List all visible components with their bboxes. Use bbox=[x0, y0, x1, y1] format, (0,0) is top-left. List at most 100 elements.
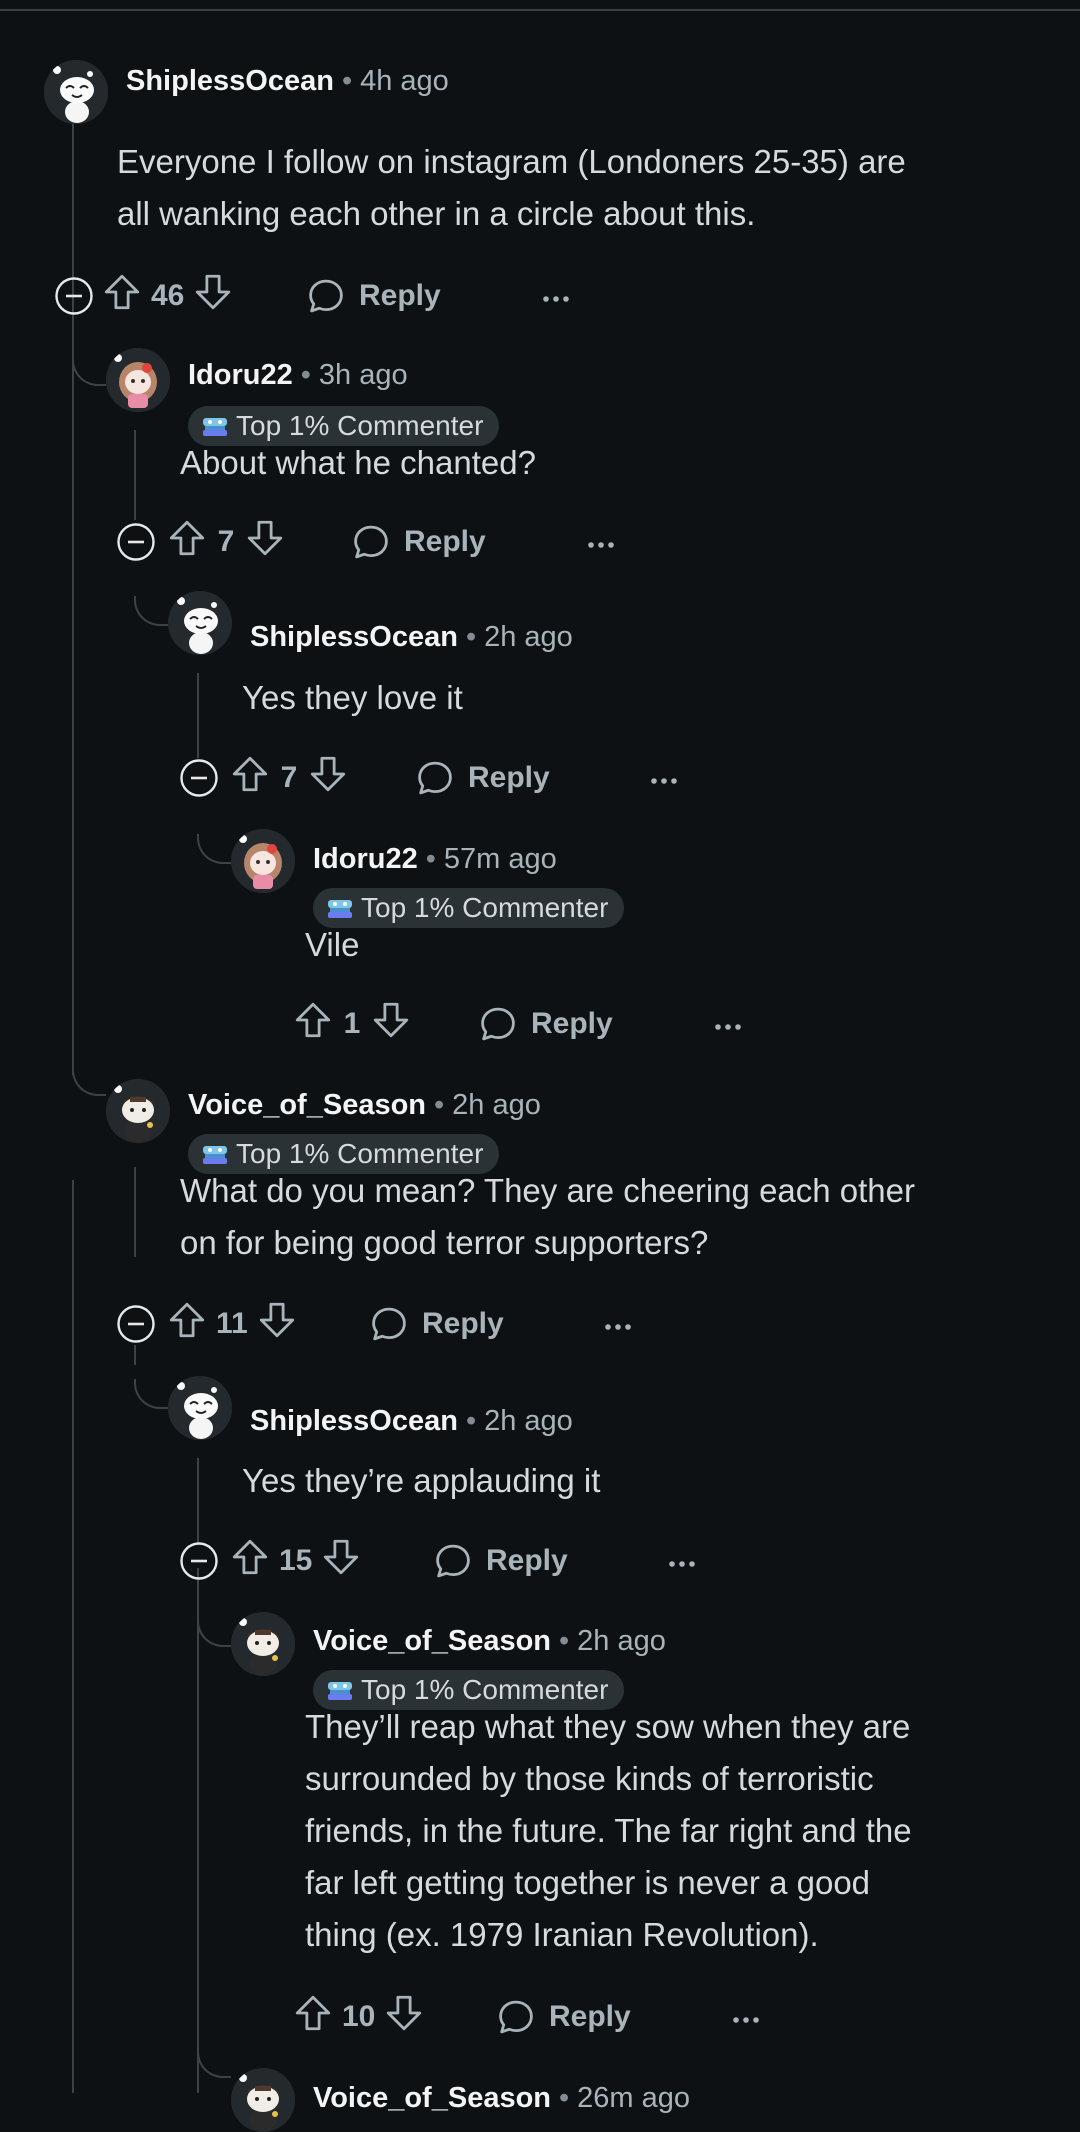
collapse-thread-button[interactable] bbox=[179, 758, 219, 798]
downvote-button[interactable] bbox=[192, 271, 234, 321]
thread-curve bbox=[72, 1066, 106, 1096]
author-name[interactable]: Voice_of_Season bbox=[313, 1625, 551, 1657]
reply-button[interactable]: Reply bbox=[368, 1299, 504, 1349]
separator-dot: • bbox=[465, 1405, 477, 1437]
more-options-button[interactable] bbox=[586, 537, 616, 547]
thread-line bbox=[72, 100, 74, 1075]
reply-button[interactable]: Reply bbox=[350, 517, 486, 567]
reply-button[interactable]: Reply bbox=[495, 1992, 631, 2042]
upvote-button[interactable] bbox=[166, 517, 208, 567]
vote-controls: 15 bbox=[229, 1536, 362, 1586]
comment-time: 4h ago bbox=[360, 65, 449, 97]
more-options-button[interactable] bbox=[603, 1319, 633, 1329]
comment-body-line: Everyone I follow on instagram (Londoner… bbox=[117, 143, 906, 180]
upvote-button[interactable] bbox=[292, 1992, 334, 2042]
ellipsis-icon bbox=[667, 1559, 697, 1569]
collapse-thread-button[interactable] bbox=[54, 276, 94, 316]
vote-score: 7 bbox=[280, 761, 298, 794]
reply-label: Reply bbox=[422, 1307, 504, 1340]
vote-controls: 7 bbox=[229, 753, 349, 803]
comment-time: 26m ago bbox=[577, 2082, 691, 2114]
thread-line bbox=[197, 1568, 199, 2093]
speech-bubble-icon bbox=[368, 1303, 410, 1345]
comment-time: 2h ago bbox=[452, 1089, 541, 1121]
more-options-button[interactable] bbox=[649, 773, 679, 783]
downvote-arrow-icon bbox=[320, 1536, 362, 1578]
reply-button[interactable]: Reply bbox=[432, 1536, 568, 1586]
author-name[interactable]: ShiplessOcean bbox=[250, 621, 458, 653]
comment-body-line: thing (ex. 1979 Iranian Revolution). bbox=[305, 1916, 819, 1953]
avatar[interactable] bbox=[106, 348, 170, 412]
avatar[interactable] bbox=[231, 1612, 295, 1676]
separator-dot: • bbox=[465, 621, 477, 653]
vote-score: 11 bbox=[216, 1307, 248, 1340]
comment-body-line: Yes they love it bbox=[242, 679, 463, 716]
collapse-minus-icon bbox=[54, 276, 94, 316]
downvote-button[interactable] bbox=[244, 517, 286, 567]
collapse-thread-button[interactable] bbox=[179, 1541, 219, 1581]
thread-curve bbox=[197, 1617, 231, 1647]
comment-body-line: all wanking each other in a circle about… bbox=[117, 195, 756, 232]
thread-curve bbox=[134, 1379, 168, 1409]
ellipsis-icon bbox=[649, 776, 679, 786]
collapse-thread-button[interactable] bbox=[116, 1304, 156, 1344]
avatar[interactable] bbox=[231, 2068, 295, 2132]
comment-body-line: surrounded by those kinds of terroristic bbox=[305, 1760, 874, 1797]
vote-score: 10 bbox=[342, 2000, 376, 2033]
thread-curve bbox=[72, 356, 106, 386]
downvote-button[interactable] bbox=[307, 753, 349, 803]
comment-time: 3h ago bbox=[318, 359, 408, 391]
author-name[interactable]: Voice_of_Season bbox=[188, 1089, 426, 1121]
more-options-button[interactable] bbox=[541, 291, 571, 301]
more-options-button[interactable] bbox=[731, 2012, 761, 2022]
reply-label: Reply bbox=[468, 761, 550, 794]
reply-button[interactable]: Reply bbox=[477, 999, 613, 1049]
collapse-thread-button[interactable] bbox=[116, 522, 156, 562]
ellipsis-icon bbox=[541, 294, 571, 304]
upvote-button[interactable] bbox=[101, 271, 143, 321]
commenter-badge-icon bbox=[327, 1680, 353, 1702]
upvote-button[interactable] bbox=[229, 1536, 271, 1586]
author-name[interactable]: Idoru22 bbox=[313, 843, 418, 875]
ellipsis-icon bbox=[586, 540, 616, 550]
reply-button[interactable]: Reply bbox=[305, 271, 441, 321]
comment-header: Idoru22 • 57m ago bbox=[313, 842, 557, 876]
collapse-minus-icon bbox=[179, 758, 219, 798]
upvote-button[interactable] bbox=[292, 999, 334, 1049]
more-options-button[interactable] bbox=[667, 1556, 697, 1566]
more-options-button[interactable] bbox=[713, 1019, 743, 1029]
author-name[interactable]: Voice_of_Season bbox=[313, 2082, 551, 2114]
avatar[interactable] bbox=[44, 60, 108, 124]
upvote-arrow-icon bbox=[229, 753, 271, 795]
downvote-button[interactable] bbox=[256, 1299, 298, 1349]
avatar[interactable] bbox=[106, 1079, 170, 1143]
avatar[interactable] bbox=[168, 591, 232, 655]
thread-line bbox=[134, 1345, 136, 1365]
ellipsis-icon bbox=[603, 1322, 633, 1332]
user-flair: Top 1% Commenter bbox=[313, 888, 625, 928]
downvote-button[interactable] bbox=[383, 1992, 425, 2042]
vote-score: 7 bbox=[217, 525, 235, 558]
author-name[interactable]: Idoru22 bbox=[188, 359, 293, 391]
author-name[interactable]: ShiplessOcean bbox=[250, 1405, 458, 1437]
upvote-arrow-icon bbox=[229, 1536, 271, 1578]
reply-button[interactable]: Reply bbox=[414, 753, 550, 803]
downvote-button[interactable] bbox=[370, 999, 412, 1049]
comment-body-line: friends, in the future. The far right an… bbox=[305, 1812, 912, 1849]
commenter-badge-icon bbox=[202, 1144, 228, 1166]
reply-label: Reply bbox=[549, 2000, 631, 2033]
downvote-button[interactable] bbox=[320, 1536, 362, 1586]
comment-body: Yes they’re applauding it bbox=[242, 1455, 600, 1507]
avatar[interactable] bbox=[231, 829, 295, 893]
commenter-badge-icon bbox=[327, 898, 353, 920]
comment-header: ShiplessOcean • 2h ago bbox=[250, 1404, 573, 1438]
thread-curve bbox=[134, 596, 168, 626]
author-name[interactable]: ShiplessOcean bbox=[126, 65, 334, 97]
upvote-button[interactable] bbox=[229, 753, 271, 803]
avatar[interactable] bbox=[168, 1376, 232, 1440]
upvote-button[interactable] bbox=[166, 1299, 208, 1349]
reply-label: Reply bbox=[359, 279, 441, 312]
vote-controls: 46 bbox=[101, 271, 234, 321]
collapse-minus-icon bbox=[179, 1541, 219, 1581]
vote-score: 15 bbox=[279, 1544, 313, 1577]
